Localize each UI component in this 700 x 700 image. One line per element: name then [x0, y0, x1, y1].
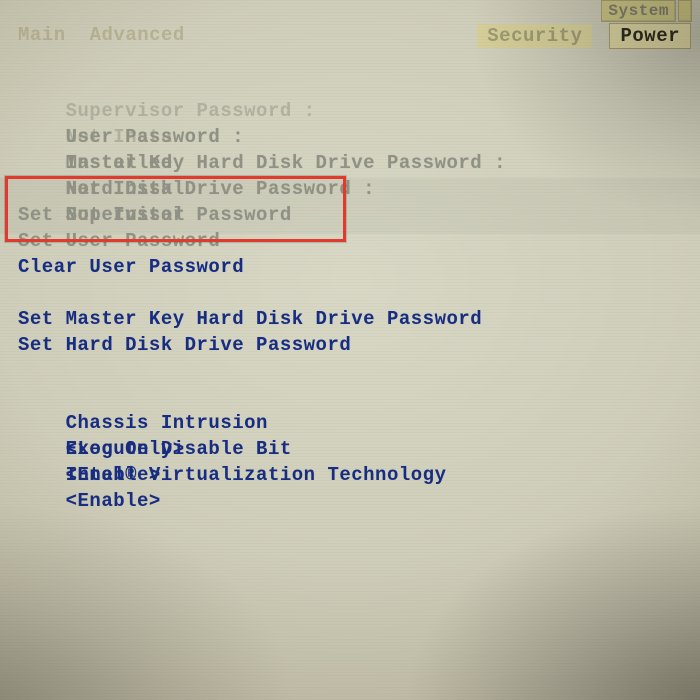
window-top-fragment: System [0, 0, 700, 22]
top-crumb-system: System [601, 0, 676, 22]
label: Intel® Virtualization Technology [66, 462, 536, 488]
action-set-supervisor-password[interactable]: Set Supervisor Password [18, 202, 700, 228]
label: Hard Disk Drive Password : [66, 176, 536, 202]
label: Supervisor Password : [66, 98, 536, 124]
tab-security[interactable]: Security [477, 24, 592, 48]
label: Master Key Hard Disk Drive Password : [66, 150, 536, 176]
status-supervisor-password: Supervisor Password : Not Insta [18, 72, 700, 98]
top-crumb-blank [678, 0, 692, 22]
bios-menubar: Main Advanced Security Power [0, 22, 700, 52]
tab-power[interactable]: Power [610, 24, 690, 48]
setting-chassis-intrusion[interactable]: Chassis Intrusion <Log Only> [18, 384, 700, 410]
action-set-hdd-password[interactable]: Set Hard Disk Drive Password [18, 332, 700, 358]
action-set-user-password[interactable]: Set User Password [18, 228, 700, 254]
value[interactable]: <Enable> [66, 488, 161, 514]
action-clear-user-password[interactable]: Clear User Password [18, 254, 700, 280]
bios-security-screen: Supervisor Password : Not Insta User Pas… [18, 72, 700, 700]
label: User Password : [66, 124, 536, 150]
tab-advanced[interactable]: Advanced [90, 24, 185, 46]
label: Execute Disable Bit [66, 436, 536, 462]
action-set-master-key-hdd-password[interactable]: Set Master Key Hard Disk Drive Password [18, 306, 700, 332]
label: Chassis Intrusion [66, 410, 536, 436]
tab-main[interactable]: Main [18, 24, 66, 46]
